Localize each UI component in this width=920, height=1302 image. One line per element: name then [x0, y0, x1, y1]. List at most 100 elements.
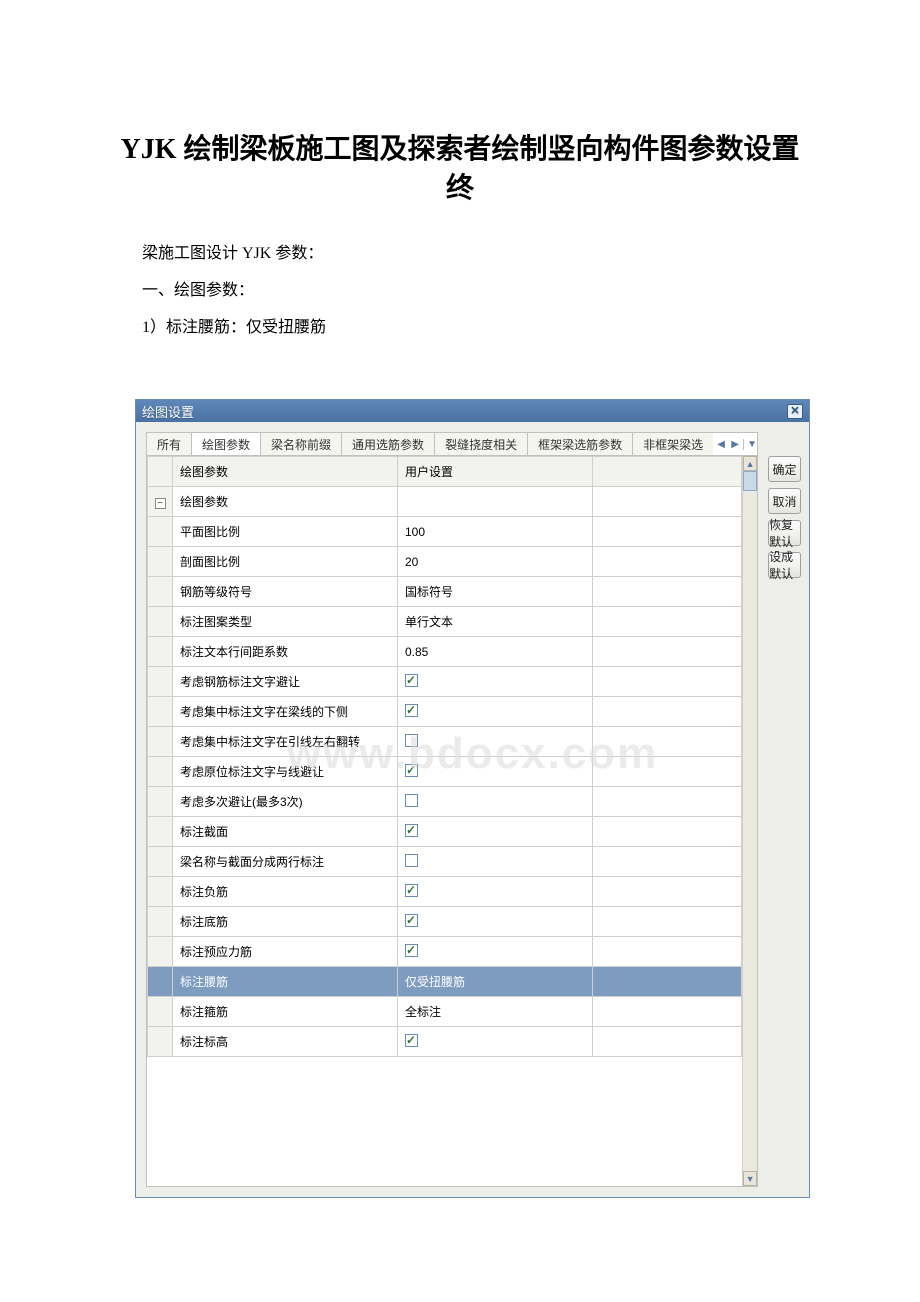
cancel-button[interactable]: 取消: [768, 488, 801, 514]
param-row: 标注截面: [148, 817, 742, 847]
param-checkbox[interactable]: [398, 877, 593, 907]
checkbox-icon: [405, 914, 418, 927]
param-row: 考虑原位标注文字与线避让: [148, 757, 742, 787]
grid-header-row: 绘图参数 用户设置: [148, 457, 742, 487]
scroll-thumb[interactable]: [743, 471, 757, 491]
param-label: 标注文本行间距系数: [173, 637, 398, 667]
param-label: 平面图比例: [173, 517, 398, 547]
button-panel: 确定 取消 恢复默认 设成默认: [768, 432, 801, 1187]
grid-header-value: 用户设置: [398, 457, 593, 487]
param-checkbox[interactable]: [398, 667, 593, 697]
tab-beam-prefix[interactable]: 梁名称前缀: [261, 433, 342, 455]
param-row: 标注箍筋 全标注: [148, 997, 742, 1027]
scroll-up-arrow[interactable]: ▲: [743, 456, 757, 471]
tab-next-icon[interactable]: ▶: [729, 439, 741, 450]
grid-tree-row: − 绘图参数: [148, 487, 742, 517]
checkbox-icon: [405, 734, 418, 747]
param-checkbox[interactable]: [398, 697, 593, 727]
param-row: 梁名称与截面分成两行标注: [148, 847, 742, 877]
tree-spacer: [148, 1027, 173, 1057]
param-label: 考虑多次避让(最多3次): [173, 787, 398, 817]
parameter-grid: 绘图参数 用户设置 − 绘图参数 平面图比例: [146, 456, 758, 1187]
doc-title: YJK 绘制梁板施工图及探索者绘制竖向构件图参数设置 终: [110, 130, 810, 208]
tab-frame-beam-rebar[interactable]: 框架梁选筋参数: [528, 433, 633, 455]
param-checkbox[interactable]: [398, 727, 593, 757]
close-button[interactable]: ✕: [787, 404, 803, 419]
param-label: 标注负筋: [173, 877, 398, 907]
window-title: 绘图设置: [142, 402, 194, 421]
param-value[interactable]: 0.85: [398, 637, 593, 667]
param-row: 标注文本行间距系数 0.85: [148, 637, 742, 667]
param-row: 考虑钢筋标注文字避让: [148, 667, 742, 697]
param-label: 考虑钢筋标注文字避让: [173, 667, 398, 697]
tree-row-label[interactable]: 绘图参数: [173, 487, 398, 517]
param-label: 考虑集中标注文字在梁线的下侧: [173, 697, 398, 727]
param-checkbox[interactable]: [398, 817, 593, 847]
param-label: 梁名称与截面分成两行标注: [173, 847, 398, 877]
tree-collapse-icon[interactable]: −: [155, 498, 166, 509]
paragraph-1: 梁施工图设计 YJK 参数：: [110, 238, 810, 270]
scroll-down-arrow[interactable]: ▼: [743, 1171, 757, 1186]
tab-prev-icon[interactable]: ◀: [715, 439, 727, 450]
param-row: 考虑集中标注文字在梁线的下侧: [148, 697, 742, 727]
settings-window: 绘图设置 ✕ 所有 绘图参数 梁名称前缀 通用选筋参数 裂缝挠度相关 框架梁选筋…: [135, 399, 810, 1198]
param-label: 标注标高: [173, 1027, 398, 1057]
param-row: 标注负筋: [148, 877, 742, 907]
param-row: 标注底筋: [148, 907, 742, 937]
param-row: 平面图比例 100: [148, 517, 742, 547]
param-row: 考虑集中标注文字在引线左右翻转: [148, 727, 742, 757]
param-row: 标注标高: [148, 1027, 742, 1057]
tab-nonframe-beam[interactable]: 非框架梁选: [633, 433, 713, 455]
tab-crack-deflect[interactable]: 裂缝挠度相关: [435, 433, 528, 455]
param-checkbox[interactable]: [398, 787, 593, 817]
checkbox-icon: [405, 674, 418, 687]
paragraph-3: 1）标注腰筋：仅受扭腰筋: [110, 312, 810, 344]
paragraph-2: 一、绘图参数：: [110, 275, 810, 307]
param-value[interactable]: 100: [398, 517, 593, 547]
param-label: 剖面图比例: [173, 547, 398, 577]
tab-common-rebar[interactable]: 通用选筋参数: [342, 433, 435, 455]
ok-button[interactable]: 确定: [768, 456, 801, 482]
param-checkbox[interactable]: [398, 1027, 593, 1057]
param-checkbox[interactable]: [398, 907, 593, 937]
title-line1: YJK 绘制梁板施工图及探索者绘制竖向构件图参数设置: [120, 134, 799, 165]
param-label: 考虑原位标注文字与线避让: [173, 757, 398, 787]
title-line2: 终: [446, 173, 474, 204]
tab-draw-params[interactable]: 绘图参数: [192, 433, 261, 455]
checkbox-icon: [405, 944, 418, 957]
param-value[interactable]: 全标注: [398, 997, 593, 1027]
param-label: 标注预应力筋: [173, 937, 398, 967]
param-value[interactable]: 20: [398, 547, 593, 577]
param-label: 钢筋等级符号: [173, 577, 398, 607]
param-label: 标注腰筋: [173, 967, 398, 997]
param-value[interactable]: 国标符号: [398, 577, 593, 607]
param-row-selected: 标注腰筋 仅受扭腰筋: [148, 967, 742, 997]
set-default-button[interactable]: 设成默认: [768, 552, 801, 578]
param-row: 标注预应力筋: [148, 937, 742, 967]
checkbox-icon: [405, 794, 418, 807]
param-label: 标注截面: [173, 817, 398, 847]
tab-nav: ◀ ▶ ▼: [713, 439, 757, 450]
param-row: 钢筋等级符号 国标符号: [148, 577, 742, 607]
checkbox-icon: [405, 704, 418, 717]
checkbox-icon: [405, 1034, 418, 1047]
param-row: 标注图案类型 单行文本: [148, 607, 742, 637]
param-checkbox[interactable]: [398, 757, 593, 787]
tab-bar: 所有 绘图参数 梁名称前缀 通用选筋参数 裂缝挠度相关 框架梁选筋参数 非框架梁…: [146, 432, 758, 456]
param-checkbox[interactable]: [398, 847, 593, 877]
tab-all[interactable]: 所有: [147, 433, 192, 455]
titlebar: 绘图设置 ✕: [136, 400, 809, 422]
param-label: 标注底筋: [173, 907, 398, 937]
param-row: 剖面图比例 20: [148, 547, 742, 577]
scrollbar: ▲ ▼: [742, 456, 757, 1186]
checkbox-icon: [405, 854, 418, 867]
restore-default-button[interactable]: 恢复默认: [768, 520, 801, 546]
param-checkbox[interactable]: [398, 937, 593, 967]
param-label: 标注图案类型: [173, 607, 398, 637]
param-label: 考虑集中标注文字在引线左右翻转: [173, 727, 398, 757]
checkbox-icon: [405, 884, 418, 897]
param-row: 考虑多次避让(最多3次): [148, 787, 742, 817]
param-value[interactable]: 单行文本: [398, 607, 593, 637]
tab-dropdown-icon[interactable]: ▼: [743, 439, 755, 450]
param-value[interactable]: 仅受扭腰筋: [398, 967, 593, 997]
